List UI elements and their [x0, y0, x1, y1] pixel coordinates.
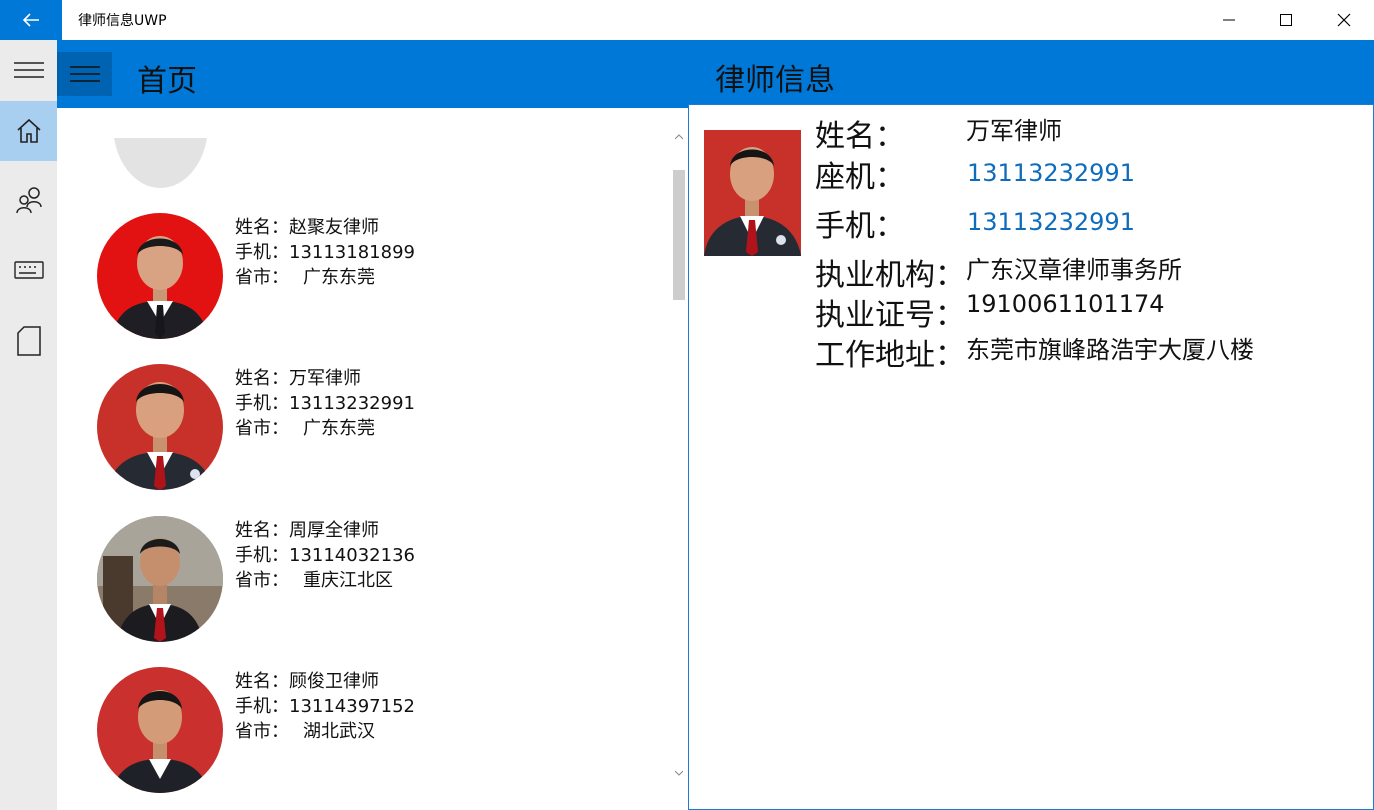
lawyer-info: 姓名：赵聚友律师 手机：13113181899 省市： 广东东莞 [235, 215, 415, 290]
avatar [97, 667, 223, 793]
close-icon [1337, 13, 1351, 27]
hamburger-icon [69, 66, 100, 82]
detail-address: 东莞市旗峰路浩宇大厦八楼 [966, 336, 1254, 364]
lawyer-phone: 13114032136 [289, 545, 415, 566]
name-label: 姓名： [235, 217, 289, 238]
detail-license: 1910061101174 [966, 290, 1165, 318]
region-label: 省市： [235, 267, 289, 288]
lawyer-list[interactable]: 姓名：赵聚友律师 手机：13113181899 省市： 广东东莞 姓名：万军律师 … [57, 108, 688, 810]
minimize-icon [1223, 19, 1235, 21]
region-label: 省市： [235, 570, 289, 591]
maximize-icon [1280, 14, 1292, 26]
header-menu-button[interactable] [57, 52, 112, 96]
lawyer-region: 湖北武汉 [303, 721, 375, 742]
nav-item-page[interactable] [0, 311, 57, 371]
scroll-down-icon[interactable] [675, 770, 683, 776]
page-title: 首页 [137, 64, 197, 99]
list-item[interactable]: 姓名：周厚全律师 手机：13114032136 省市： 重庆江北区 [97, 516, 657, 646]
lawyer-name: 赵聚友律师 [289, 217, 379, 238]
detail-firm-label: 执业机构： [815, 258, 965, 293]
detail-license-label: 执业证号： [815, 298, 965, 333]
nav-item-keyboard[interactable] [0, 240, 57, 300]
phone-label: 手机： [235, 545, 289, 566]
lawyer-info: 姓名：万军律师 手机：13113232991 省市： 广东东莞 [235, 366, 415, 441]
detail-mobile-link[interactable]: 13113232991 [967, 208, 1135, 236]
scroll-up-icon[interactable] [675, 134, 683, 140]
page-icon [16, 326, 41, 356]
name-label: 姓名： [235, 520, 289, 541]
app-title: 律师信息UWP [78, 13, 167, 29]
detail-title: 律师信息 [715, 63, 835, 98]
lawyer-phone: 13113181899 [289, 242, 415, 263]
back-arrow-icon [22, 13, 39, 27]
region-label: 省市： [235, 418, 289, 439]
list-item[interactable]: 姓名：顾俊卫律师 手机：13114397152 省市： 湖北武汉 [97, 667, 657, 797]
lawyer-region: 广东东莞 [303, 418, 375, 439]
name-label: 姓名： [235, 671, 289, 692]
maximize-button[interactable] [1257, 0, 1315, 40]
close-button[interactable] [1315, 0, 1373, 40]
region-label: 省市： [235, 721, 289, 742]
detail-address-label: 工作地址： [815, 338, 965, 373]
detail-mobile-label: 手机： [815, 209, 905, 244]
back-button[interactable] [0, 0, 62, 40]
keyboard-icon [13, 261, 44, 279]
lawyer-name: 周厚全律师 [289, 520, 379, 541]
detail-name: 万军律师 [966, 117, 1062, 145]
phone-label: 手机： [235, 696, 289, 717]
nav-item-people[interactable] [0, 170, 57, 230]
avatar [97, 516, 223, 642]
nav-item-home[interactable] [0, 101, 57, 161]
scroll-thumb[interactable] [673, 170, 685, 300]
phone-label: 手机： [235, 393, 289, 414]
nav-rail [0, 40, 57, 810]
lawyer-region: 广东东莞 [303, 267, 375, 288]
avatar [97, 213, 223, 339]
lawyer-name: 顾俊卫律师 [289, 671, 379, 692]
detail-landline-label: 座机： [815, 160, 905, 195]
title-bar: 律师信息UWP [0, 0, 1374, 40]
list-item[interactable]: 姓名：万军律师 手机：13113232991 省市： 广东东莞 [97, 364, 657, 494]
page-header: 首页 律师信息 [57, 40, 1374, 108]
hamburger-icon [13, 62, 44, 78]
lawyer-phone: 13113232991 [289, 393, 415, 414]
lawyer-info: 姓名：周厚全律师 手机：13114032136 省市： 重庆江北区 [235, 518, 415, 593]
minimize-button[interactable] [1200, 0, 1258, 40]
list-item[interactable]: 姓名：赵聚友律师 手机：13113181899 省市： 广东东莞 [97, 213, 657, 343]
people-icon [15, 187, 42, 214]
detail-landline-link[interactable]: 13113232991 [967, 159, 1135, 187]
detail-firm: 广东汉章律师事务所 [966, 256, 1182, 284]
list-item-partial-avatar [113, 132, 208, 188]
list-scrollbar[interactable] [671, 130, 687, 780]
lawyer-region: 重庆江北区 [303, 570, 393, 591]
lawyer-phone: 13114397152 [289, 696, 415, 717]
lawyer-photo [704, 130, 801, 256]
name-label: 姓名： [235, 368, 289, 389]
home-icon [16, 118, 41, 143]
phone-label: 手机： [235, 242, 289, 263]
detail-name-label: 姓名： [815, 119, 905, 154]
lawyer-name: 万军律师 [289, 368, 361, 389]
avatar [97, 364, 223, 490]
lawyer-detail: 姓名： 万军律师 座机： 13113232991 手机： 13113232991… [688, 104, 1374, 810]
nav-hamburger-button[interactable] [0, 40, 57, 100]
lawyer-info: 姓名：顾俊卫律师 手机：13114397152 省市： 湖北武汉 [235, 669, 415, 744]
